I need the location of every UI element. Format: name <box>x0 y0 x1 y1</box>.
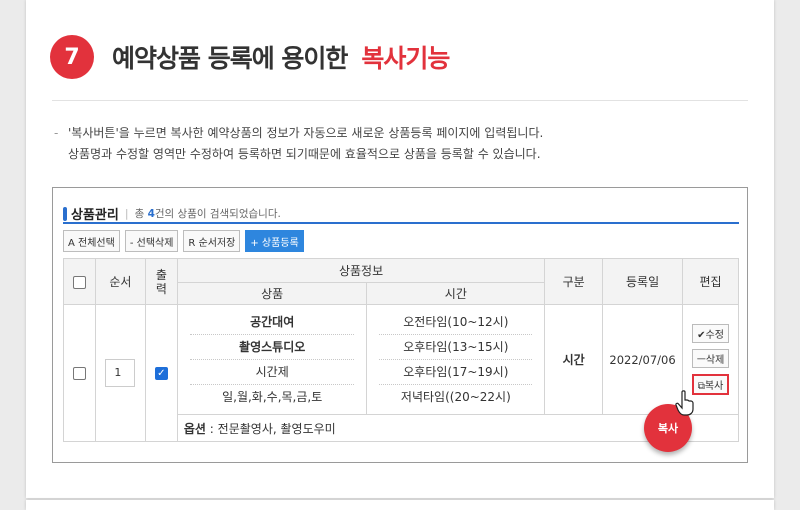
display-checkbox[interactable]: ✓ <box>154 367 168 380</box>
product-subname: 촬영스튜디오 <box>189 335 355 360</box>
time-slot-1: 오전타임(10~12시) <box>379 310 533 335</box>
time-slot-2: 오후타임(13~15시) <box>379 335 533 360</box>
header-product-info: 상품정보 <box>176 258 546 283</box>
section-heading: 7 예약상품 등록에 용이한 복사기능 <box>50 35 450 79</box>
header-product: 상품 <box>176 282 368 305</box>
panel-header: 상품관리 | 총 4건의 상품이 검색되었습니다. <box>63 204 281 223</box>
header-edit: 편집 <box>682 258 739 305</box>
description: - '복사버튼'을 누르면 복사한 예약상품의 정보가 자동으로 새로운 상품등록… <box>54 126 544 161</box>
description-line-2: 상품명과 수정할 영역만 수정하여 등록하면 되기때문에 효율적으로 상품을 등… <box>68 147 541 161</box>
save-order-button[interactable]: R 순서저장 <box>183 230 241 252</box>
modify-button[interactable]: ✔수정 <box>692 324 729 343</box>
header-display: 출력 <box>144 258 178 305</box>
section-title: 예약상품 등록에 용이한 <box>112 44 348 73</box>
time-slot-3: 오후타임(17~19시) <box>379 360 533 385</box>
count-number: 4 <box>147 208 155 220</box>
row-checkbox[interactable] <box>72 367 86 380</box>
order-input[interactable]: 1 <box>105 359 136 387</box>
copy-button[interactable]: ⧉복사 <box>691 374 730 395</box>
product-name: 공간대여 <box>189 310 355 335</box>
title-underline <box>63 222 739 224</box>
header-order: 순서 <box>94 258 146 305</box>
product-table: 순서 출력 상품정보 구분 등록일 편집 상품 시간 1 ✓ 공간대여 촬영스튜… <box>63 258 740 442</box>
panel-title: 상품관리 <box>71 208 119 223</box>
delete-selected-button[interactable]: - 선택삭제 <box>124 230 179 252</box>
header-category: 구분 <box>544 258 604 305</box>
product-management-panel: 상품관리 | 총 4건의 상품이 검색되었습니다. A 전체선택 - 선택삭제 … <box>52 187 748 463</box>
reg-date-cell: 2022/07/06 <box>602 304 684 415</box>
option-value: : 전문촬영사, 촬영도우미 <box>209 421 336 436</box>
toolbar: A 전체선택 - 선택삭제 R 순서저장 + 상품등록 <box>63 230 304 252</box>
product-type: 시간제 <box>189 360 355 385</box>
description-line-1: '복사버튼'을 누르면 복사한 예약상품의 정보가 자동으로 새로운 상품등록 … <box>68 126 544 140</box>
title-separator: | <box>124 207 129 220</box>
section-number-badge: 7 <box>50 35 94 79</box>
product-days: 일,월,화,수,목,금,토 <box>222 389 323 404</box>
delete-button[interactable]: ㅡ삭제 <box>691 349 730 368</box>
hand-pointer-icon <box>675 390 694 416</box>
time-list-cell: 오전타임(10~12시) 오후타임(13~15시) 오후타임(17~19시) 저… <box>366 304 546 415</box>
time-slot-4: 저녁타임((20~22시) <box>400 389 511 404</box>
product-list-cell: 공간대여 촬영스튜디오 시간제 일,월,화,수,목,금,토 <box>176 304 368 415</box>
row-order-cell: 1 <box>94 304 146 442</box>
category-cell: 시간 <box>544 304 604 415</box>
row-checkbox-cell <box>63 304 96 442</box>
select-all-button[interactable]: A 전체선택 <box>63 230 120 252</box>
header-checkbox-cell <box>63 258 96 305</box>
search-count: 총 4건의 상품이 검색되었습니다. <box>134 208 281 220</box>
title-accent-bar <box>63 206 67 221</box>
heading-divider <box>52 100 748 101</box>
row-display-cell: ✓ <box>144 304 178 442</box>
next-card-edge <box>26 500 774 510</box>
add-product-button[interactable]: + 상품등록 <box>245 230 304 252</box>
header-reg-date: 등록일 <box>602 258 684 305</box>
option-label: 옵션 <box>183 421 206 436</box>
section-title-highlight: 복사기능 <box>361 44 450 73</box>
select-all-checkbox[interactable] <box>72 275 86 289</box>
header-time: 시간 <box>366 282 546 305</box>
